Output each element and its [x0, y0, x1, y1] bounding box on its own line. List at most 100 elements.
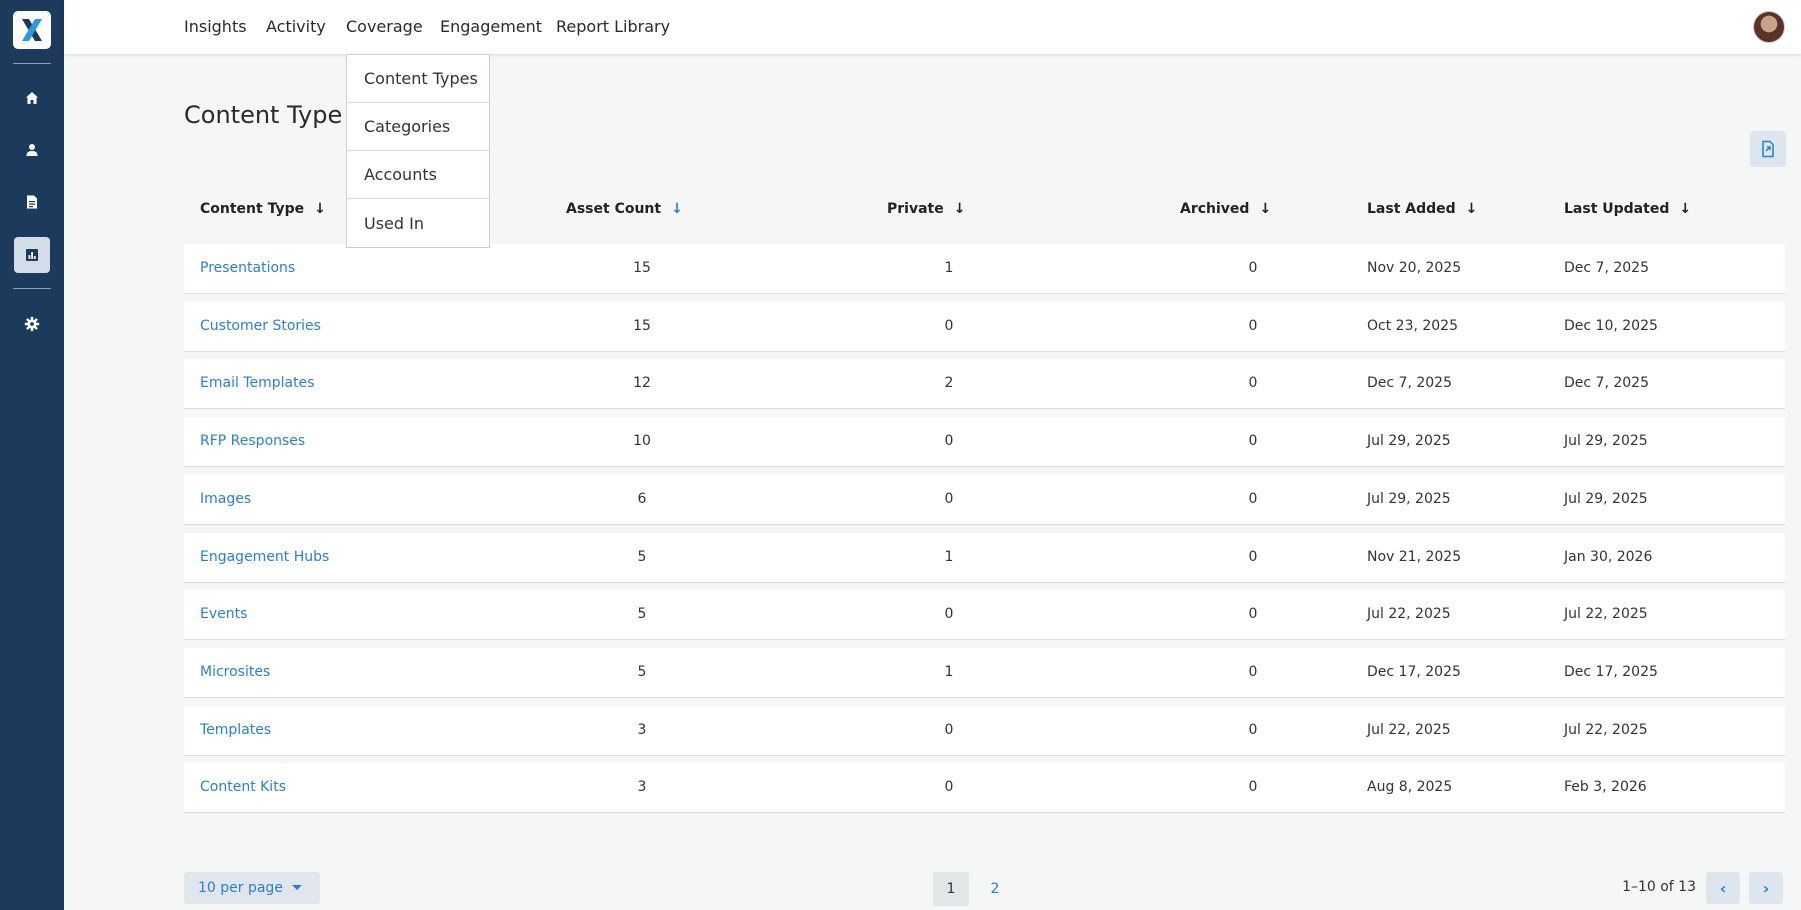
sidebar-item-reports[interactable]: [14, 237, 50, 273]
content-type-link[interactable]: Customer Stories: [200, 318, 321, 334]
table-row: Microsites 5 1 0 Dec 17, 2025 Dec 17, 20…: [184, 648, 1785, 698]
asset-count-cell: 15: [633, 318, 651, 334]
last-updated-cell: Jul 29, 2025: [1564, 433, 1648, 449]
column-header-archived[interactable]: Archived ↓: [1180, 201, 1271, 217]
top-navigation-bar: Insights Activity Coverage Engagement Re…: [64, 0, 1801, 54]
arrow-down-icon[interactable]: ↓: [671, 201, 683, 217]
last-added-cell: Aug 8, 2025: [1367, 779, 1453, 795]
menu-item-categories[interactable]: Categories: [347, 103, 489, 151]
asset-count-cell: 10: [633, 433, 651, 449]
asset-count-cell: 5: [637, 549, 647, 565]
private-cell: 1: [944, 260, 954, 276]
nav-engagement[interactable]: Engagement: [440, 17, 542, 36]
per-page-label: 10 per page: [198, 880, 283, 896]
asset-count-cell: 3: [637, 779, 647, 795]
content-type-link[interactable]: Templates: [200, 722, 271, 738]
last-updated-cell: Feb 3, 2026: [1564, 779, 1647, 795]
private-cell: 0: [944, 318, 954, 334]
private-cell: 1: [944, 664, 954, 680]
avatar[interactable]: [1753, 11, 1785, 43]
next-page-button[interactable]: ›: [1749, 872, 1783, 904]
coverage-dropdown-menu: Content Types Categories Accounts Used I…: [346, 54, 490, 248]
asset-count-cell: 5: [637, 606, 647, 622]
gear-icon: [24, 316, 40, 332]
chevron-right-icon: ›: [1762, 878, 1770, 898]
column-label: Last Updated: [1564, 201, 1670, 217]
content-type-link[interactable]: Events: [200, 606, 247, 622]
last-added-cell: Jul 29, 2025: [1367, 491, 1451, 507]
content-type-link[interactable]: Microsites: [200, 664, 270, 680]
private-cell: 1: [944, 549, 954, 565]
table-row: Content Kits 3 0 0 Aug 8, 2025 Feb 3, 20…: [184, 763, 1785, 813]
caret-down-icon: [292, 885, 302, 890]
sidebar-item-users[interactable]: [14, 132, 50, 168]
column-header-content-type[interactable]: Content Type ↓: [200, 201, 326, 217]
column-header-last-added[interactable]: Last Added ↓: [1367, 201, 1477, 217]
arrow-down-icon[interactable]: ↓: [1466, 201, 1478, 217]
private-cell: 2: [944, 375, 954, 391]
arrow-down-icon[interactable]: ↓: [1259, 201, 1271, 217]
previous-page-button[interactable]: ‹: [1706, 872, 1740, 904]
sidebar-divider: [13, 63, 51, 64]
menu-item-content-types[interactable]: Content Types: [347, 55, 489, 103]
nav-activity[interactable]: Activity: [266, 17, 326, 36]
nav-insights[interactable]: Insights: [184, 17, 247, 36]
private-cell: 0: [944, 779, 954, 795]
last-added-cell: Dec 17, 2025: [1367, 664, 1461, 680]
content-type-link[interactable]: RFP Responses: [200, 433, 305, 449]
x-logo-icon[interactable]: [13, 11, 51, 49]
column-label: Private: [887, 201, 944, 217]
private-cell: 0: [944, 722, 954, 738]
column-header-last-updated[interactable]: Last Updated ↓: [1564, 201, 1691, 217]
private-cell: 0: [944, 433, 954, 449]
last-added-cell: Jul 29, 2025: [1367, 433, 1451, 449]
export-file-icon: [1762, 140, 1774, 158]
nav-coverage[interactable]: Coverage: [346, 17, 423, 36]
last-added-cell: Nov 20, 2025: [1367, 260, 1462, 276]
table-row: Events 5 0 0 Jul 22, 2025 Jul 22, 2025: [184, 590, 1785, 640]
page-button-2[interactable]: 2: [977, 872, 1013, 906]
content-type-link[interactable]: Images: [200, 491, 251, 507]
asset-count-cell: 5: [637, 664, 647, 680]
private-cell: 0: [944, 606, 954, 622]
archived-cell: 0: [1248, 722, 1258, 738]
arrow-down-icon[interactable]: ↓: [954, 201, 966, 217]
content-type-link[interactable]: Email Templates: [200, 375, 314, 391]
home-icon: [26, 92, 38, 104]
archived-cell: 0: [1248, 318, 1258, 334]
document-icon: [27, 195, 37, 209]
last-updated-cell: Jul 29, 2025: [1564, 491, 1648, 507]
column-label: Content Type: [200, 201, 305, 217]
page-button-1[interactable]: 1: [933, 872, 969, 906]
column-header-private[interactable]: Private ↓: [887, 201, 965, 217]
column-header-asset-count[interactable]: Asset Count ↓: [566, 201, 683, 217]
user-icon: [26, 144, 38, 156]
menu-item-accounts[interactable]: Accounts: [347, 151, 489, 199]
export-button[interactable]: [1750, 131, 1786, 167]
last-added-cell: Nov 21, 2025: [1367, 549, 1462, 565]
asset-count-cell: 3: [637, 722, 647, 738]
menu-item-used-in[interactable]: Used In: [347, 199, 489, 247]
table-row: Engagement Hubs 5 1 0 Nov 21, 2025 Jan 3…: [184, 533, 1785, 583]
column-label: Asset Count: [566, 201, 662, 217]
nav-report-library[interactable]: Report Library: [556, 17, 670, 36]
content-type-link[interactable]: Engagement Hubs: [200, 549, 329, 565]
sidebar-divider: [13, 288, 51, 289]
last-updated-cell: Dec 7, 2025: [1564, 260, 1649, 276]
last-added-cell: Jul 22, 2025: [1367, 606, 1451, 622]
sidebar-item-settings[interactable]: [14, 306, 50, 342]
sidebar-item-content[interactable]: [14, 184, 50, 220]
asset-count-cell: 6: [637, 491, 647, 507]
arrow-down-icon[interactable]: ↓: [1679, 201, 1691, 217]
archived-cell: 0: [1248, 433, 1258, 449]
last-updated-cell: Jul 22, 2025: [1564, 722, 1648, 738]
page-title: Content Type: [184, 101, 343, 129]
last-updated-cell: Jan 30, 2026: [1564, 549, 1653, 565]
per-page-select[interactable]: 10 per page: [184, 872, 320, 904]
arrow-down-icon[interactable]: ↓: [314, 201, 326, 217]
pagination-range: 1–10 of 13: [1622, 879, 1696, 895]
archived-cell: 0: [1248, 260, 1258, 276]
sidebar-item-home[interactable]: [14, 80, 50, 116]
content-type-link[interactable]: Presentations: [200, 260, 295, 276]
content-type-link[interactable]: Content Kits: [200, 779, 286, 795]
